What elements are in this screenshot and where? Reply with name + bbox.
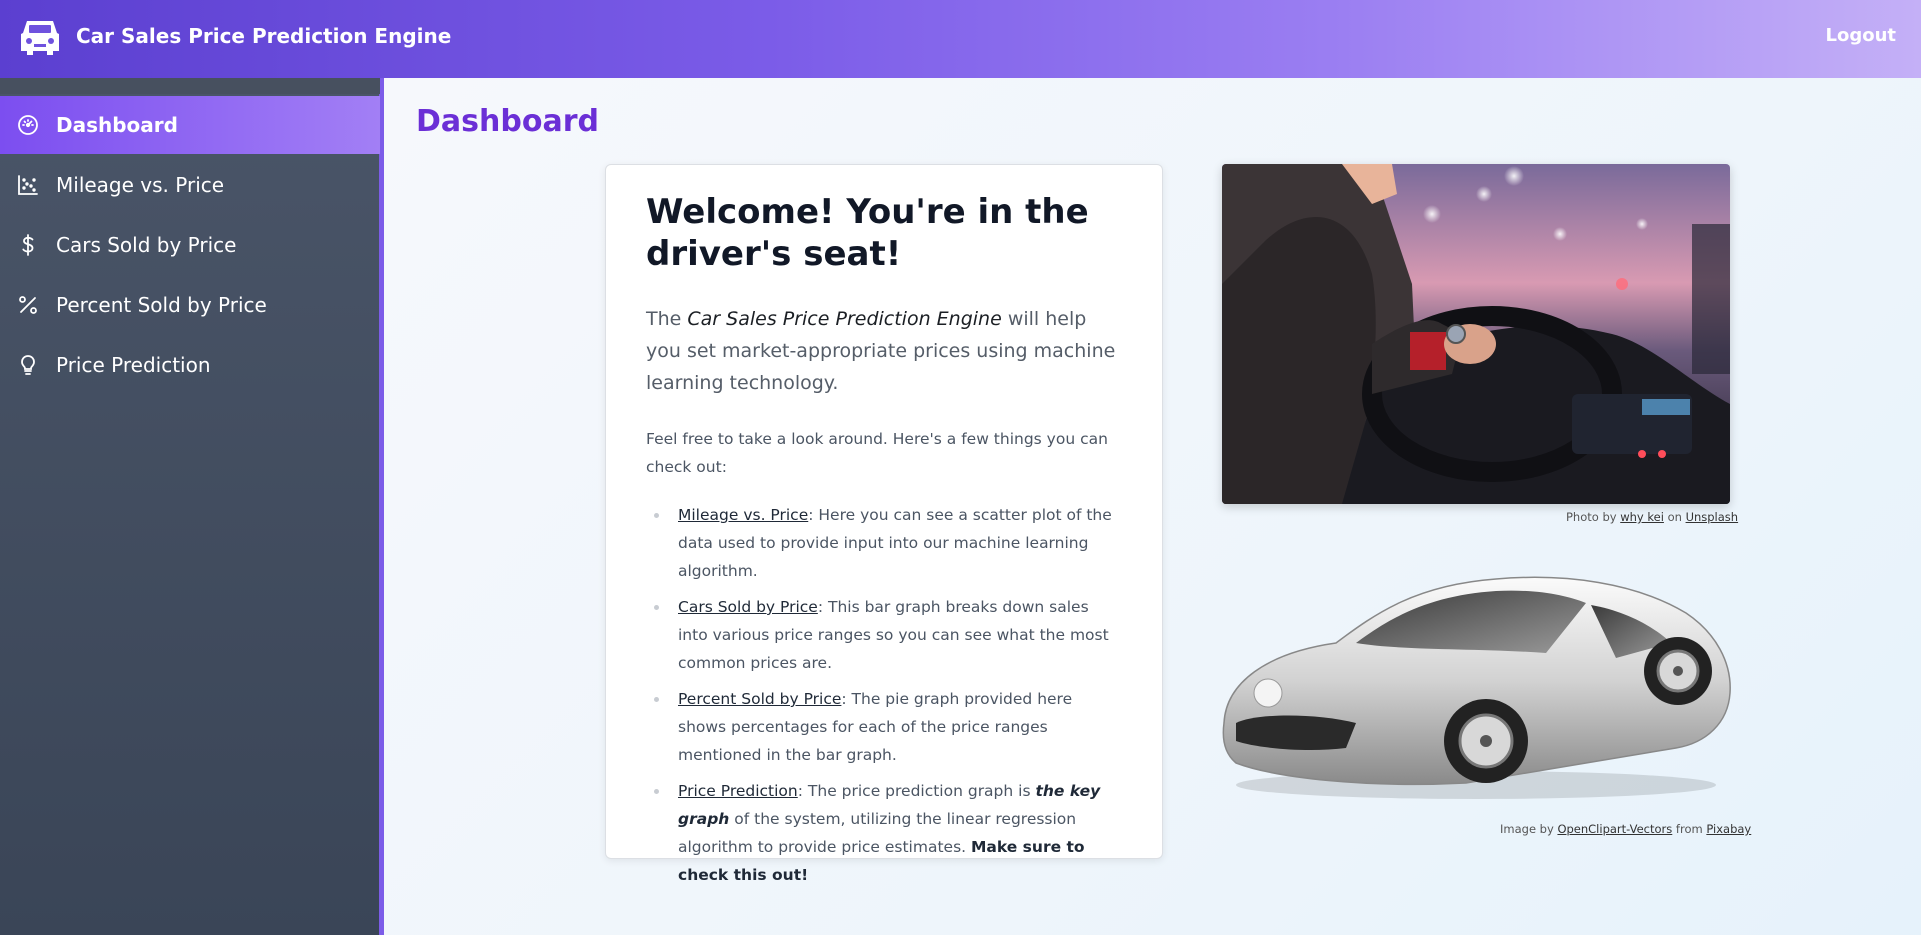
list-item-text: : The price prediction graph is [797, 782, 1036, 800]
list-item: Percent Sold by Price: The pie graph pro… [646, 685, 1122, 769]
photo-caption: Photo by why kei on Unsplash [1566, 510, 1738, 524]
link-price-prediction[interactable]: Price Prediction [678, 782, 798, 800]
sidebar-item-dashboard[interactable]: Dashboard [0, 96, 380, 154]
sidebar-item-label: Mileage vs. Price [56, 173, 225, 197]
sidebar-item-cars-sold-by-price[interactable]: Cars Sold by Price [0, 216, 380, 274]
list-item: Mileage vs. Price: Here you can see a sc… [646, 501, 1122, 585]
main-content: Dashboard Welcome! You're in the driver'… [384, 78, 1921, 935]
sidebar-item-price-prediction[interactable]: Price Prediction [0, 336, 380, 394]
top-bar: Car Sales Price Prediction Engine Logout [0, 0, 1921, 78]
sidebar-item-mileage-vs-price[interactable]: Mileage vs. Price [0, 156, 380, 214]
link-mileage-vs-price[interactable]: Mileage vs. Price [678, 506, 808, 524]
percent-icon [19, 296, 37, 314]
welcome-heading: Welcome! You're in the driver's seat! [646, 192, 1089, 274]
welcome-lead: The Car Sales Price Prediction Engine wi… [646, 303, 1122, 399]
sidebar-rail [0, 78, 380, 94]
car-image-caption: Image by OpenClipart-Vectors from Pixaba… [1500, 822, 1751, 836]
caption-text: on [1663, 510, 1686, 524]
sidebar: Dashboard Mileage vs. Price Cars Sold by… [0, 78, 384, 935]
list-item: Cars Sold by Price: This bar graph break… [646, 593, 1122, 677]
driver-photo [1222, 164, 1730, 504]
link-percent-sold-by-price[interactable]: Percent Sold by Price [678, 690, 841, 708]
lead-app-name: Car Sales Price Prediction Engine [687, 308, 1002, 330]
lightbulb-icon [21, 355, 35, 375]
welcome-intro: Feel free to take a look around. Here's … [646, 430, 1108, 476]
pixabay-link[interactable]: Pixabay [1706, 822, 1751, 836]
page-title: Dashboard [416, 104, 599, 139]
image-author-link[interactable]: OpenClipart-Vectors [1557, 822, 1672, 836]
scatter-chart-icon [18, 175, 38, 195]
dollar-icon [22, 234, 34, 256]
sidebar-item-percent-sold-by-price[interactable]: Percent Sold by Price [0, 276, 380, 334]
welcome-card: Welcome! You're in the driver's seat! Th… [605, 164, 1163, 884]
list-item: Price Prediction: The price prediction g… [646, 777, 1122, 889]
sidebar-item-label: Percent Sold by Price [56, 293, 267, 317]
link-cars-sold-by-price[interactable]: Cars Sold by Price [678, 598, 818, 616]
sidebar-item-label: Price Prediction [56, 353, 211, 377]
caption-text: Image by [1500, 822, 1558, 836]
sidebar-item-label: Dashboard [56, 113, 178, 137]
app-title: Car Sales Price Prediction Engine [76, 24, 452, 48]
feature-list: Mileage vs. Price: Here you can see a sc… [646, 501, 1122, 889]
caption-text: from [1672, 822, 1707, 836]
logout-button[interactable]: Logout [1825, 25, 1896, 46]
speedometer-icon [18, 115, 38, 135]
car-icon [21, 21, 59, 55]
photo-author-link[interactable]: why kei [1620, 510, 1664, 524]
driver-photo-image [1222, 164, 1730, 504]
sidebar-item-label: Cars Sold by Price [56, 233, 237, 257]
sports-car-image [1222, 576, 1731, 799]
unsplash-link[interactable]: Unsplash [1686, 510, 1739, 524]
lead-prefix: The [646, 308, 688, 330]
caption-text: Photo by [1566, 510, 1621, 524]
